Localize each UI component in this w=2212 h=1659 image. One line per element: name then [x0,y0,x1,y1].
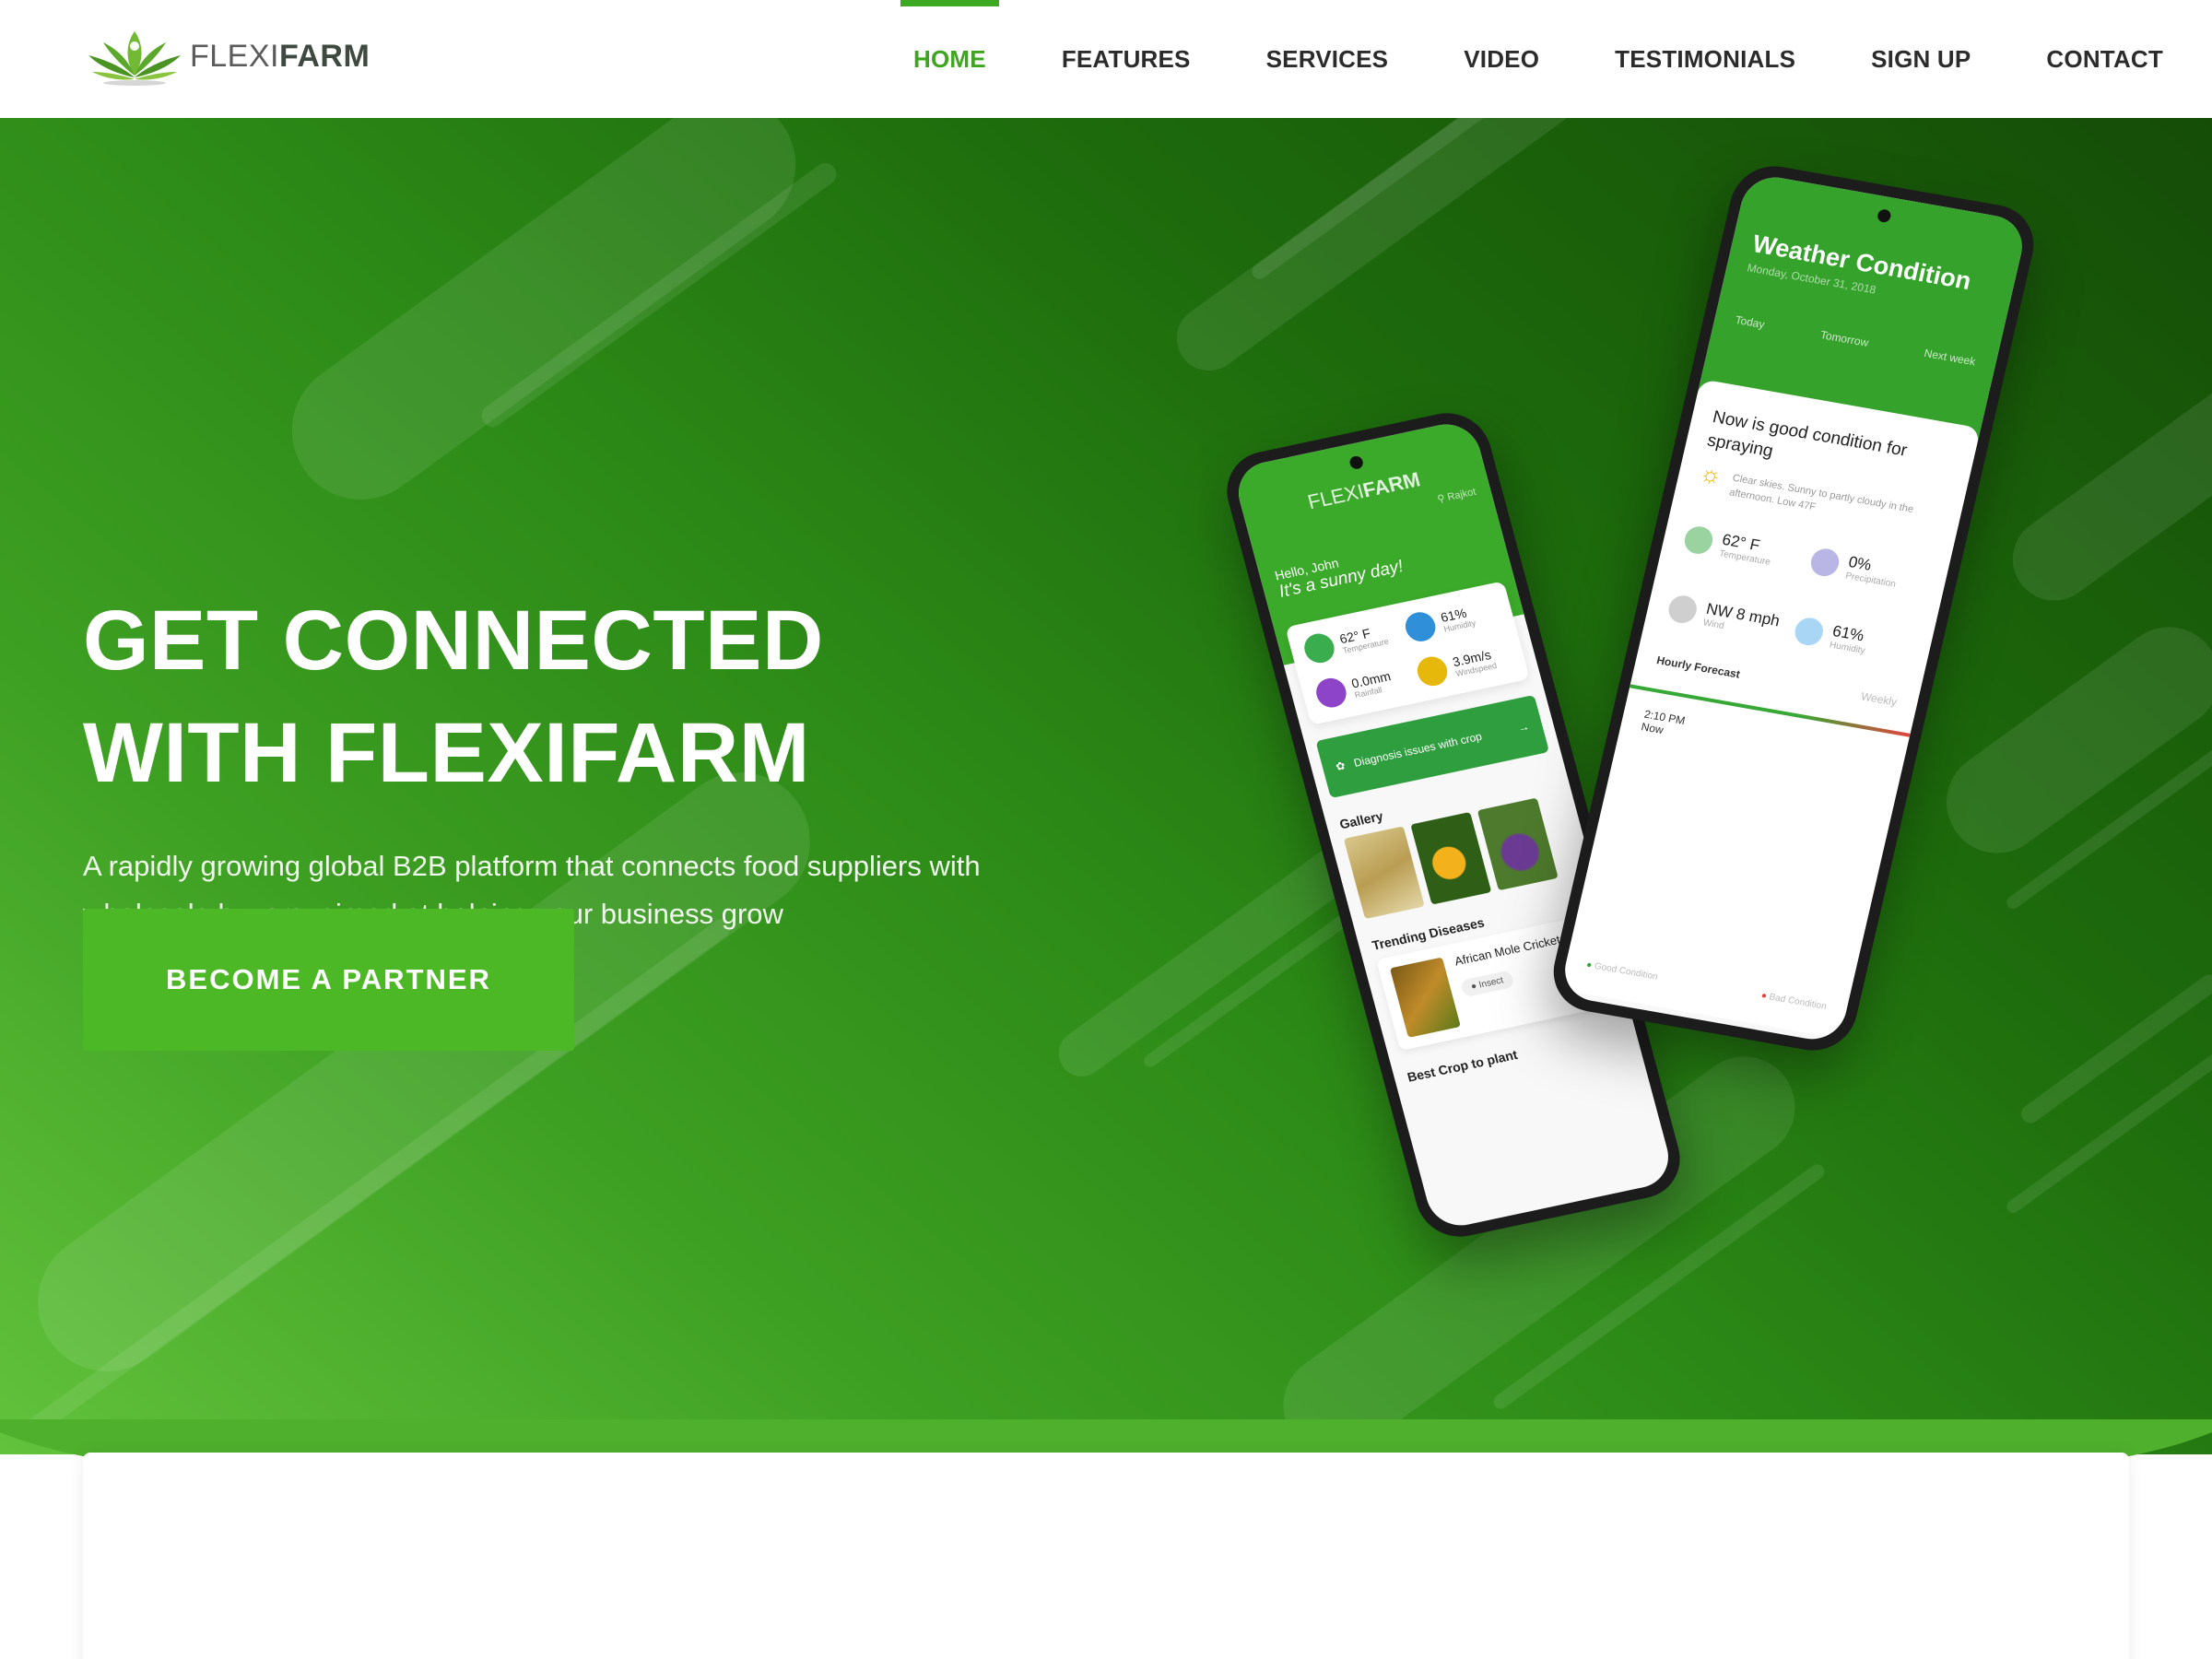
brand-name-bold: FARM [278,38,371,74]
weather-stats: 62° F Temperature 0% Precipitation NW 8 mp… [1665,524,1928,664]
current-time: 2:10 PM Now [1640,708,1886,775]
become-partner-button[interactable]: BECOME A PARTNER [83,909,574,1051]
hero-title-line: GET CONNECTED [83,594,824,688]
hero-decoration [1996,365,2212,618]
tab-today[interactable]: Today [1734,313,1766,331]
arrow-right-icon: → [1516,719,1531,735]
app-brand-bold: FARM [1359,467,1423,502]
hero-decoration [2017,971,2212,1127]
main-nav: HOME FEATURES SERVICES VIDEO TESTIMONIAL… [876,0,2201,118]
location-pin-icon: ⚲ [1436,492,1447,506]
weather-tabs: Today Tomorrow Next week [1734,313,1976,369]
legend-good: ● Good Condition [1584,959,1659,982]
leaf-icon: ✿ [1334,759,1347,774]
gallery-image-wheat[interactable] [1343,826,1425,920]
nav-item-services[interactable]: SERVICES [1229,0,1427,118]
hero-title: GET CONNECTED WITH FLEXIFARM [83,584,1097,809]
stat-precipitation: 0% Precipitation [1807,547,1928,594]
stat-temperature: 62° F Temperature [1300,618,1401,666]
hourly-forecast-heading: Hourly Forecast Weekly [1655,653,1898,709]
hero-decoration [265,118,823,527]
nav-item-testimonials[interactable]: TESTIMONIALS [1577,0,1833,118]
umbrella-icon [1807,547,1842,579]
disease-tag-label: Insect [1477,975,1505,991]
tab-tomorrow[interactable]: Tomorrow [1819,328,1870,349]
droplet-icon [1402,609,1439,644]
stat-wind: NW 8 mph Wind [1665,593,1785,641]
legend-good-label: Good Condition [1593,960,1659,982]
wind-icon [1665,593,1700,626]
thermometer-icon [1300,630,1338,666]
gallery-image-grapes[interactable] [1477,797,1559,891]
hero-subtitle-line: A rapidly growing global B2B platform th… [83,850,981,882]
nav-item-contact[interactable]: CONTACT [2008,0,2201,118]
nav-item-home[interactable]: HOME [876,0,1024,118]
hero-curve [0,1419,2212,1456]
disease-tag: ● Insect [1459,970,1515,998]
site-header: FLEXIFARM HOME FEATURES SERVICES VIDEO T… [0,0,2212,118]
condition-legend: ● Good Condition ● Bad Condition [1585,959,1828,1012]
nav-item-sign-up[interactable]: SIGN UP [1833,0,2008,118]
legend-bad: ● Bad Condition [1759,990,1828,1013]
stat-windspeed: 3.9m/s Windspeed [1414,641,1513,689]
nav-item-video[interactable]: VIDEO [1426,0,1577,118]
wind-icon [1414,653,1451,689]
droplet-icon [1792,616,1826,648]
hourly-label: Hourly Forecast [1655,653,1742,681]
sun-icon: ☼ [1697,458,1725,490]
hero-decoration [1926,606,2212,874]
content-card [83,1453,2129,1659]
app-brand-light: FLEXI [1305,479,1367,514]
tab-next-week[interactable]: Next week [1923,347,1976,368]
thermometer-icon [1681,524,1716,557]
bug-icon: ● [1469,981,1478,993]
gallery-image-orange[interactable] [1410,811,1492,905]
lotus-leaf-icon [88,31,181,86]
nav-item-features[interactable]: FEATURES [1024,0,1229,118]
weekly-link[interactable]: Weekly [1860,689,1899,708]
stat-rainfall: 0.0mm Rainfall [1312,662,1413,711]
location-text: Rajkot [1446,486,1477,503]
legend-bad-label: Bad Condition [1768,992,1828,1013]
disease-thumbnail [1389,957,1461,1038]
stat-humidity: 61% Humidity [1792,616,1912,664]
stat-humidity: 61% Humidity [1402,596,1501,644]
diagnose-label: Diagnosis issues with crop [1352,729,1484,770]
cloud-rain-icon [1312,675,1350,711]
hero-title-line: WITH FLEXIFARM [83,706,810,800]
stat-label: Precipitation [1844,571,1897,590]
brand-logo[interactable]: FLEXIFARM [83,24,370,88]
hero-decoration [1163,118,1620,383]
disease-name: African Mole Cricket [1453,932,1562,969]
stat-temperature: 62° F Temperature [1681,524,1802,572]
brand-name-light: FLEXI [190,38,279,74]
brand-name: FLEXIFARM [190,39,370,75]
